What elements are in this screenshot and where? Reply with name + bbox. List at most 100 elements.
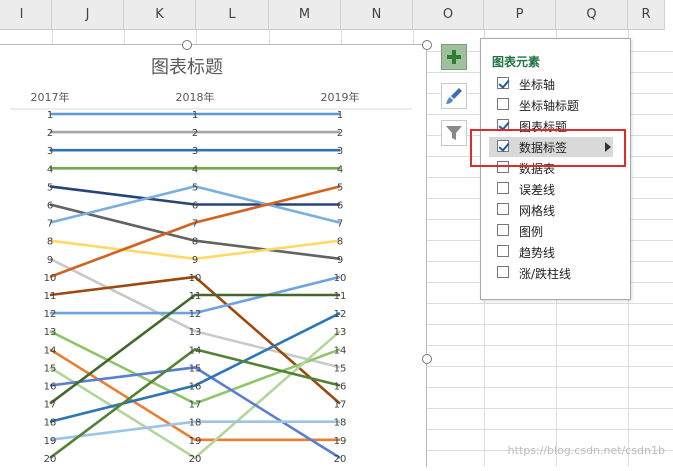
data-label: 6 [337,201,343,212]
option-label: 网格线 [519,204,556,218]
checkbox[interactable] [497,77,509,89]
data-label: 16 [44,382,57,393]
data-label: 12 [334,309,347,320]
checkbox[interactable] [497,98,509,110]
column-header-m[interactable]: M [269,0,341,30]
checkbox[interactable] [497,224,509,236]
data-label: 11 [334,291,347,302]
data-label: 3 [192,146,198,157]
data-label: 8 [192,237,198,248]
chart-element-option[interactable]: 坐标轴标题 [495,95,619,115]
data-label: 12 [44,309,57,320]
axis-tick-label: 2017年 [31,90,70,104]
data-label: 7 [47,219,53,230]
funnel-icon [446,126,462,140]
data-label: 5 [47,182,53,193]
data-label: 6 [192,201,198,212]
data-label: 20 [189,454,202,465]
chart-elements-button[interactable] [441,44,467,70]
data-label: 13 [189,327,202,338]
watermark: https://blog.csdn.net/csdn1b [507,444,665,457]
data-label: 8 [47,237,53,248]
axis-tick-label: 2019年 [321,90,360,104]
data-label: 9 [192,255,198,266]
data-label: 18 [189,418,202,429]
data-label: 10 [44,273,57,284]
data-label: 9 [337,255,343,266]
column-header-l[interactable]: L [196,0,269,30]
chart-title[interactable]: 图表标题 [151,57,223,78]
spreadsheet[interactable]: IJKLMNOPQR 图表标题 2017年 2018年 2019年 1 1 1 2 2 2 3 3 3 4… [0,0,673,467]
data-label: 2 [47,128,53,139]
checkbox[interactable] [497,203,509,215]
resize-handle-right[interactable] [422,354,432,364]
option-label: 坐标轴标题 [519,99,580,113]
data-label: 17 [189,400,202,411]
resize-handle-top-right[interactable] [422,40,432,50]
data-label: 1 [47,110,53,121]
data-label: 19 [334,436,347,447]
data-label: 19 [189,436,202,447]
column-header-o[interactable]: O [413,0,484,30]
data-label: 5 [337,182,343,193]
checkbox[interactable] [497,182,509,194]
chart-element-option[interactable]: 趋势线 [495,242,619,262]
column-header-k[interactable]: K [124,0,196,30]
data-label: 20 [334,454,347,465]
option-label: 涨/跌柱线 [519,267,572,281]
data-label: 20 [44,454,57,465]
column-header-p[interactable]: P [484,0,556,30]
data-label: 3 [337,146,343,157]
data-label: 5 [192,182,198,193]
data-label: 4 [192,164,198,175]
data-label: 14 [189,345,202,356]
data-label: 11 [44,291,57,302]
data-label: 2 [337,128,343,139]
highlight-annotation-box [470,129,626,167]
chart-element-option[interactable]: 图例 [495,221,619,241]
data-label: 8 [337,237,343,248]
data-label: 19 [44,436,57,447]
chart-element-option[interactable]: 误差线 [495,179,619,199]
chart-element-option[interactable]: 网格线 [495,200,619,220]
data-label: 7 [192,219,198,230]
plus-icon [447,50,461,64]
chart-styles-button[interactable] [441,83,467,109]
data-label: 13 [44,327,57,338]
chart-area[interactable]: 图表标题 2017年 2018年 2019年 1 1 1 2 2 2 3 3 3 4 4 4 5 6 6 6 8 9 7 5 7… [0,44,427,467]
data-label: 17 [334,400,347,411]
column-header-q[interactable]: Q [556,0,628,30]
chart-element-option[interactable]: 坐标轴 [495,74,619,94]
data-label: 3 [47,146,53,157]
option-label: 趋势线 [519,246,556,260]
data-label: 18 [334,418,347,429]
data-label: 15 [334,363,347,374]
resize-handle-top[interactable] [182,40,192,50]
chart-elements-panel: 图表元素 坐标轴 坐标轴标题 图表标题 数据标签 数据表 误差线 网格线 图例 趋势线 涨/跌柱线 [480,38,631,300]
column-header-i[interactable]: I [0,0,52,30]
data-label: 2 [192,128,198,139]
data-label: 10 [334,273,347,284]
checkbox[interactable] [497,245,509,257]
column-header-r[interactable]: R [628,0,665,30]
checkbox[interactable] [497,266,509,278]
option-label: 图例 [519,225,544,239]
column-header-n[interactable]: N [341,0,413,30]
data-label: 10 [189,273,202,284]
data-label: 1 [337,110,343,121]
axis-tick-label: 2018年 [176,90,215,104]
data-label: 14 [334,345,347,356]
data-label: 18 [44,418,57,429]
chart-filters-button[interactable] [441,120,467,146]
data-label: 12 [189,309,202,320]
data-label: 4 [47,164,53,175]
data-label: 17 [44,400,57,411]
data-label: 1 [192,110,198,121]
data-label: 4 [337,164,343,175]
data-label: 13 [334,327,347,338]
column-header-j[interactable]: J [52,0,124,30]
chart-element-option[interactable]: 涨/跌柱线 [495,263,619,283]
data-label: 15 [189,363,202,374]
panel-title: 图表元素 [492,55,541,69]
option-label: 误差线 [519,183,556,197]
